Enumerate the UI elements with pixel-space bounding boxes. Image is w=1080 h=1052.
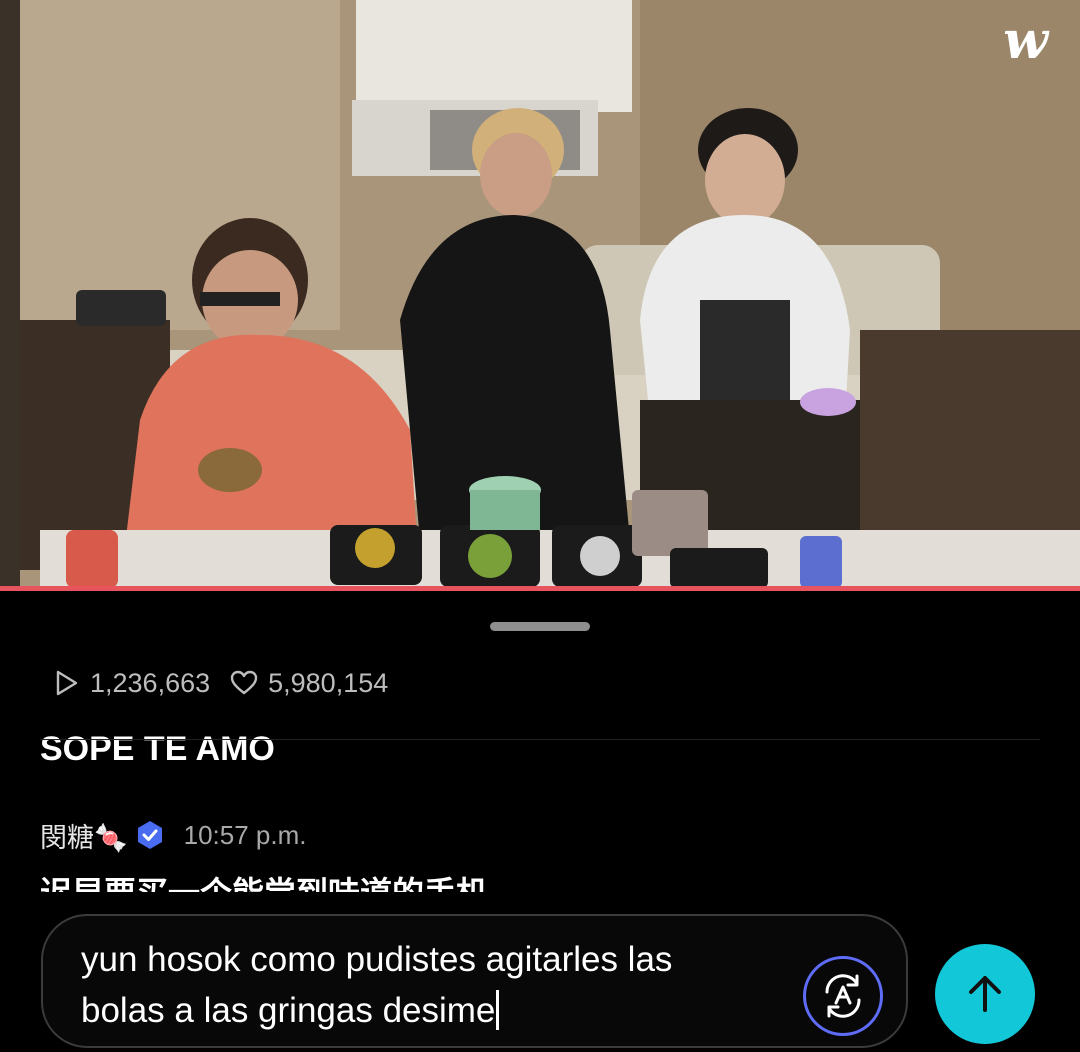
heart-icon xyxy=(230,670,258,695)
video-progress-bar xyxy=(0,586,1080,591)
send-button[interactable] xyxy=(935,944,1035,1044)
translate-button[interactable] xyxy=(803,956,883,1036)
chat-input-line-2: bolas a las gringas desime xyxy=(81,991,496,1030)
weverse-logo: w xyxy=(1003,10,1048,71)
like-count-value: 5,980,154 xyxy=(268,667,389,698)
chat-timestamp: 10:57 p.m. xyxy=(183,819,307,850)
chat-input-line-1: yun hosok como pudistes agitarles las xyxy=(81,940,673,979)
chat-username[interactable]: 閔糖🍬 xyxy=(40,816,128,855)
text-caret xyxy=(496,990,500,1030)
chat-input-value[interactable]: yun hosok como pudistes agitarles las bo… xyxy=(81,934,761,1036)
sheet-drag-handle[interactable] xyxy=(490,622,590,631)
video-player[interactable]: w xyxy=(0,0,1080,588)
like-count: 5,980,154 xyxy=(230,668,388,699)
live-stream-screen: w 1,236,663 5,980,154 SOPE TE AMO 閔糖🍬 10… xyxy=(0,0,1080,1052)
chat-input-field[interactable]: yun hosok como pudistes agitarles las bo… xyxy=(41,914,908,1048)
chat-message-text: SOPE TE AMO xyxy=(40,730,275,768)
play-count-value: 1,236,663 xyxy=(90,667,211,698)
video-frame xyxy=(0,0,1080,588)
chat-message: SOPE TE AMO xyxy=(40,722,1040,770)
chat-message-text: 迟早要买一个能尝到味道的手机 xyxy=(40,868,488,892)
translate-icon xyxy=(825,974,861,1018)
play-count: 1,236,663 xyxy=(52,668,210,699)
play-icon xyxy=(56,670,78,696)
chat-message-meta: 閔糖🍬 10:57 p.m. xyxy=(40,812,1040,858)
verified-badge-icon xyxy=(137,821,162,849)
arrow-up-icon xyxy=(969,976,1001,1012)
chat-divider xyxy=(40,739,1040,740)
chat-message: 閔糖🍬 10:57 p.m. 迟早要买一个能尝到味道的手机 xyxy=(40,812,1040,893)
stream-stats: 1,236,663 5,980,154 xyxy=(52,664,408,702)
